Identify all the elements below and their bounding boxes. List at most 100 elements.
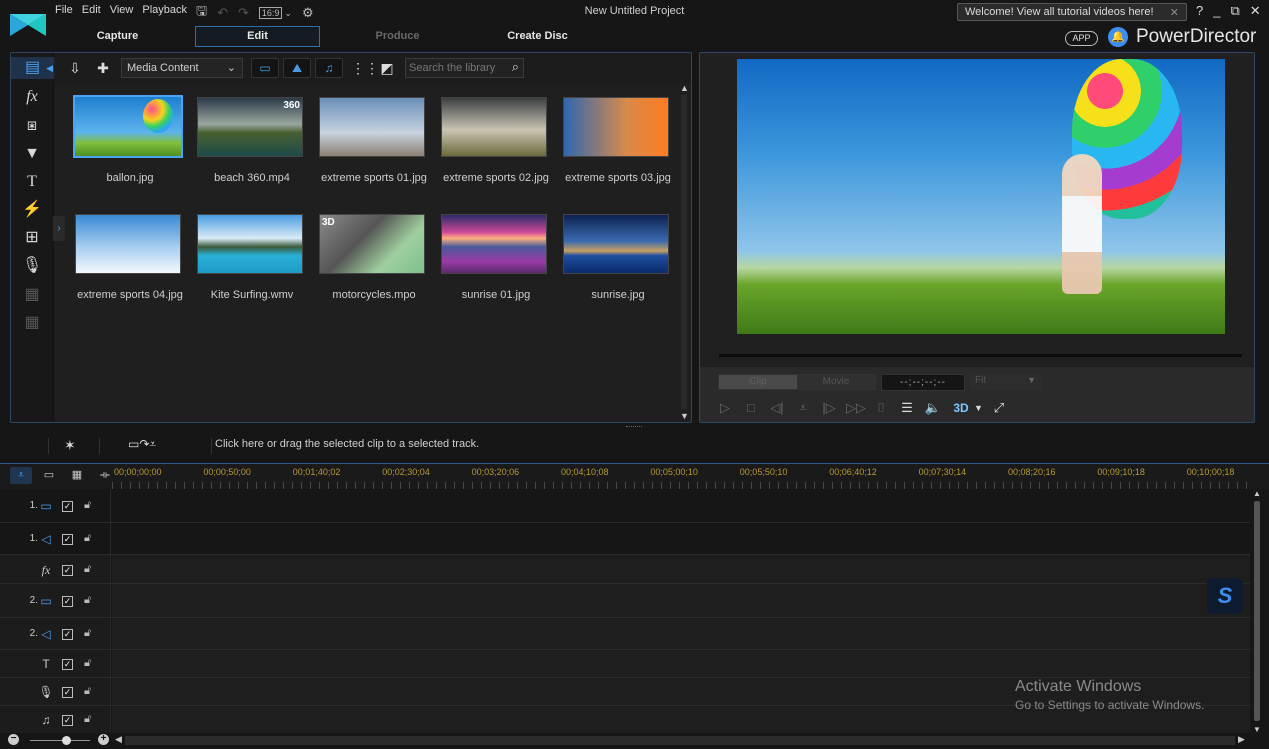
timeline-vscrollbar[interactable]: ▲ ▼	[1252, 489, 1262, 734]
track-header[interactable]: 2. ▭ ✓ 🔓︎	[0, 584, 111, 617]
track-lock-icon[interactable]: 🔓︎	[84, 594, 91, 607]
track-video[interactable]: 1. ▭ ✓ 🔓︎	[0, 489, 1250, 523]
track-header[interactable]: fx ✓ 🔓︎	[0, 555, 111, 583]
track-area[interactable]	[112, 523, 1250, 554]
floating-app-icon[interactable]: S	[1207, 578, 1243, 614]
track-title[interactable]: T ✓ 🔓︎	[0, 650, 1250, 678]
track-fx[interactable]: fx ✓ 🔓︎	[0, 555, 1250, 584]
track-enable-checkbox[interactable]: ✓	[62, 534, 73, 545]
tab-create-disc[interactable]: Create Disc	[475, 26, 600, 47]
volume-icon[interactable]: 🔈	[924, 399, 942, 417]
scroll-right-icon[interactable]: ▶	[1238, 734, 1245, 745]
preview-seek-bar[interactable]	[719, 354, 1242, 357]
media-item[interactable]: 360 beach 360.mp4	[191, 93, 311, 203]
media-item[interactable]: sunrise 01.jpg	[435, 210, 555, 320]
tab-produce[interactable]: Produce	[335, 26, 460, 47]
track-area[interactable]	[112, 650, 1250, 677]
notification-bell-icon[interactable]: 🔔	[1108, 27, 1128, 47]
snapshot-camera-icon[interactable]: ⌷	[872, 399, 890, 417]
fast-forward-icon[interactable]: ▷▷	[846, 399, 866, 417]
search-icon[interactable]: ⌕	[512, 59, 519, 75]
timeline-view-icon[interactable]: ⩡	[10, 467, 32, 484]
subtitle-icon[interactable]: ▦	[20, 312, 44, 334]
media-room-icon[interactable]: ▤ ◀	[11, 57, 54, 79]
plugin-icon[interactable]: ✚	[92, 58, 114, 78]
close-icon[interactable]: ✕	[1170, 6, 1179, 19]
clip-mode-button[interactable]: Clip	[719, 375, 797, 389]
filter-video-button[interactable]: ▭	[251, 58, 279, 78]
settings-gear-icon[interactable]: ⚙	[302, 5, 314, 21]
track-audio[interactable]: 1. ◁ ✓ 🔓︎	[0, 523, 1250, 555]
scroll-left-icon[interactable]: ◀	[115, 734, 122, 745]
menu-view[interactable]: View	[110, 4, 134, 16]
filter-audio-button[interactable]: ♫	[315, 58, 343, 78]
subtitle-list-icon[interactable]: ☰	[898, 399, 916, 417]
app-button[interactable]: APP	[1065, 31, 1098, 46]
track-lock-icon[interactable]: 🔓︎	[84, 685, 91, 698]
split-icon[interactable]: ⩡	[794, 399, 812, 417]
close-window-icon[interactable]: ✕	[1250, 3, 1261, 19]
aspect-ratio-button[interactable]: 16:9	[258, 7, 283, 19]
redo-icon[interactable]: ↷	[238, 5, 249, 21]
track-enable-checkbox[interactable]: ✓	[62, 715, 73, 726]
track-lock-icon[interactable]: 🔓︎	[84, 532, 91, 545]
timecode-display[interactable]: --;--;--;--	[881, 374, 965, 391]
chapter-icon[interactable]: ▦	[20, 284, 44, 306]
view-options-icon[interactable]: ⋮⋮	[351, 58, 379, 78]
media-item[interactable]: extreme sports 01.jpg	[313, 93, 433, 203]
minimize-icon[interactable]: _	[1213, 3, 1220, 19]
restore-icon[interactable]: ⧉	[1230, 3, 1239, 19]
track-enable-checkbox[interactable]: ✓	[62, 687, 73, 698]
tutorial-tooltip[interactable]: Welcome! View all tutorial videos here! …	[957, 3, 1187, 21]
scroll-track[interactable]	[681, 95, 687, 409]
help-icon[interactable]: ?	[1196, 3, 1203, 19]
scroll-up-icon[interactable]: ▲	[680, 83, 689, 93]
save-icon[interactable]: 🖫	[196, 2, 207, 24]
undock-preview-icon[interactable]: ⤢	[990, 399, 1008, 417]
magic-tools-icon[interactable]: ✶	[64, 437, 76, 454]
library-filter-dropdown[interactable]: Media Content ⌄	[121, 58, 243, 78]
title-room-icon[interactable]: T	[20, 171, 44, 193]
stop-icon[interactable]: □	[742, 399, 760, 417]
filter-image-button[interactable]: ⛰	[283, 58, 311, 78]
import-media-icon[interactable]: ⇩	[64, 58, 86, 78]
track-lock-icon[interactable]: 🔓︎	[84, 499, 91, 512]
track-header[interactable]: 1. ◁ ✓ 🔓︎	[0, 523, 111, 554]
scroll-up-icon[interactable]: ▲	[1253, 489, 1261, 498]
fx-room-icon[interactable]: fx	[20, 86, 44, 108]
chevron-down-icon[interactable]: ⌄	[284, 8, 292, 19]
zoom-slider-track[interactable]	[30, 740, 90, 741]
track-header[interactable]: 1. ▭ ✓ 🔓︎	[0, 489, 111, 522]
previous-frame-icon[interactable]: ◁|	[768, 399, 786, 417]
track-manager-icon[interactable]: ▦	[66, 467, 88, 484]
zoom-in-icon[interactable]: +	[98, 734, 109, 745]
particle-icon[interactable]: ▼	[20, 143, 44, 165]
media-item[interactable]: extreme sports 03.jpg	[557, 93, 677, 203]
track-header[interactable]: ♫ ✓ 🔓︎	[0, 706, 111, 733]
storyboard-view-icon[interactable]: ▭	[38, 467, 60, 484]
scroll-thumb[interactable]	[1254, 501, 1260, 721]
zoom-slider-knob[interactable]	[62, 736, 71, 745]
track-area[interactable]	[112, 618, 1250, 649]
menu-file[interactable]: File	[55, 4, 73, 16]
track-enable-checkbox[interactable]: ✓	[62, 565, 73, 576]
track-header[interactable]: T ✓ 🔓︎	[0, 650, 111, 677]
next-frame-icon[interactable]: |▷	[820, 399, 838, 417]
search-input[interactable]	[409, 62, 504, 74]
enlarge-thumbnail-icon[interactable]: ◩	[376, 58, 398, 78]
library-scrollbar[interactable]: ▲ ▼	[678, 83, 690, 421]
zoom-out-icon[interactable]: −	[8, 734, 19, 745]
preview-screen[interactable]	[737, 59, 1225, 334]
track-header[interactable]: 2. ◁ ✓ 🔓︎	[0, 618, 111, 649]
track-video[interactable]: 2. ▭ ✓ 🔓︎	[0, 584, 1250, 618]
media-item[interactable]: sunrise.jpg	[557, 210, 677, 320]
track-enable-checkbox[interactable]: ✓	[62, 659, 73, 670]
menu-playback[interactable]: Playback	[142, 4, 187, 16]
tab-edit[interactable]: Edit	[195, 26, 320, 47]
timeline-ruler[interactable]: ⩡ ▭ ▦ ⟛ 00;00;00;00 00;00;50;00 00;01;40;0…	[0, 463, 1269, 489]
play-icon[interactable]: ▷	[716, 399, 734, 417]
transition-icon[interactable]: ⚡	[20, 199, 44, 221]
track-enable-checkbox[interactable]: ✓	[62, 629, 73, 640]
pip-objects-icon[interactable]: ⧆	[20, 115, 44, 137]
tab-capture[interactable]: Capture	[55, 26, 180, 47]
